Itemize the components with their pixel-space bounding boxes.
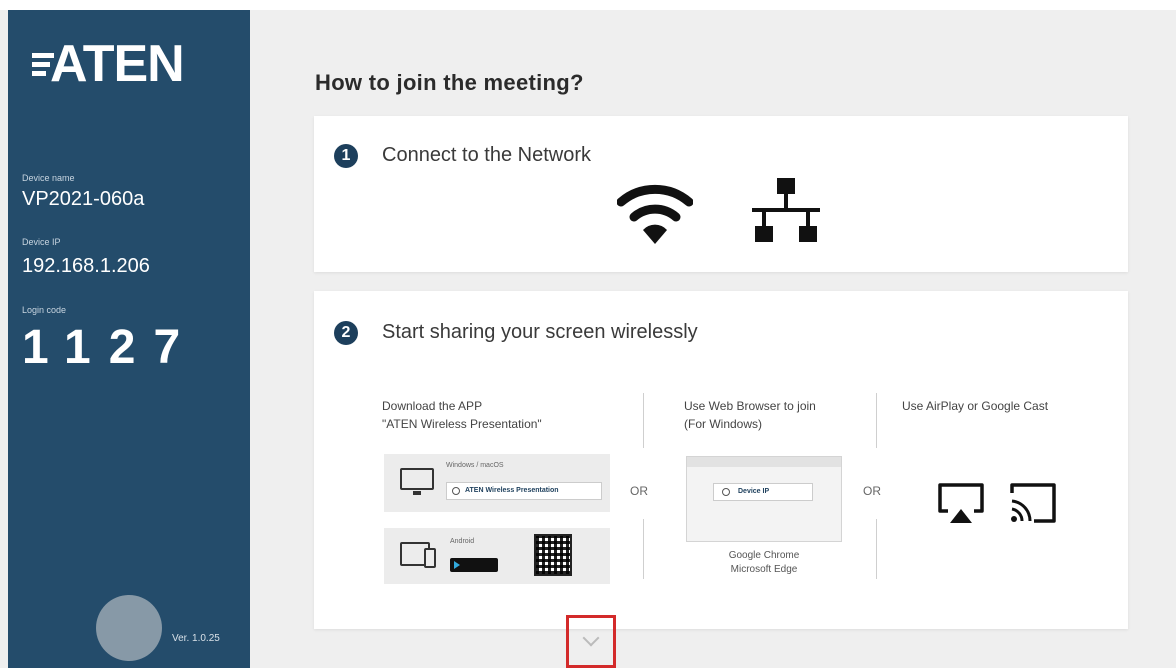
step1-title: Connect to the Network bbox=[382, 144, 591, 166]
login-code-value: 1127 bbox=[22, 321, 199, 374]
browser-caption: Google Chrome Microsoft Edge bbox=[686, 549, 842, 577]
divider bbox=[876, 393, 877, 448]
or-separator: OR bbox=[630, 484, 648, 498]
floating-circle-button[interactable] bbox=[96, 595, 162, 661]
divider bbox=[876, 519, 877, 579]
step2-badge: 2 bbox=[334, 321, 358, 345]
login-code-label: Login code bbox=[22, 305, 67, 315]
web-browser-subtitle: (For Windows) bbox=[684, 417, 763, 431]
divider bbox=[643, 519, 644, 579]
windows-macos-panel[interactable]: Windows / macOS ATEN Wireless Presentati… bbox=[384, 454, 610, 512]
airplay-cast-title: Use AirPlay or Google Cast bbox=[902, 399, 1049, 413]
or-separator: OR bbox=[863, 484, 881, 498]
qr-code-icon bbox=[534, 534, 572, 576]
lan-icon bbox=[752, 178, 820, 242]
download-app-title: Download the APP bbox=[382, 399, 483, 413]
step2-title: Start sharing your screen wirelessly bbox=[382, 321, 698, 343]
device-ip-value: 192.168.1.206 bbox=[22, 255, 150, 277]
android-label: Android bbox=[450, 538, 475, 545]
monitor-icon bbox=[400, 468, 434, 495]
device-name-value: VP2021-060a bbox=[22, 188, 145, 210]
step2-card: 2 Start sharing your screen wirelessly D… bbox=[314, 291, 1128, 629]
step1-badge: 1 bbox=[334, 144, 358, 168]
version-text: Ver. 1.0.25 bbox=[172, 633, 220, 644]
divider bbox=[643, 393, 644, 448]
step1-card: 1 Connect to the Network bbox=[314, 116, 1128, 272]
top-strip bbox=[0, 0, 1176, 10]
edge-label: Microsoft Edge bbox=[730, 564, 798, 575]
download-app-subtitle: "ATEN Wireless Presentation" bbox=[382, 417, 542, 431]
wifi-icon bbox=[617, 184, 693, 244]
aten-logo: ATEN bbox=[32, 35, 185, 93]
device-name-label: Device name bbox=[22, 173, 75, 183]
phone-icon bbox=[424, 548, 436, 568]
scroll-down-button[interactable] bbox=[566, 615, 616, 668]
airplay-icon bbox=[938, 483, 984, 523]
web-browser-title: Use Web Browser to join bbox=[684, 399, 816, 413]
device-ip-search-box: Device IP bbox=[713, 483, 813, 501]
browser-illustration: Device IP bbox=[686, 456, 842, 542]
app-search-box: ATEN Wireless Presentation bbox=[446, 482, 602, 500]
device-ip-label: Device IP bbox=[22, 237, 61, 247]
browser-tab-bar bbox=[687, 457, 841, 467]
windows-macos-label: Windows / macOS bbox=[446, 462, 504, 469]
android-panel[interactable]: Android bbox=[384, 528, 610, 584]
logo-text: ATEN bbox=[50, 35, 185, 93]
google-play-badge-icon[interactable] bbox=[450, 558, 498, 572]
cast-icon bbox=[1010, 483, 1056, 523]
sidebar: ATEN Device name VP2021-060a Device IP 1… bbox=[8, 10, 250, 668]
chrome-label: Google Chrome bbox=[728, 550, 800, 561]
page-title: How to join the meeting? bbox=[315, 70, 584, 95]
